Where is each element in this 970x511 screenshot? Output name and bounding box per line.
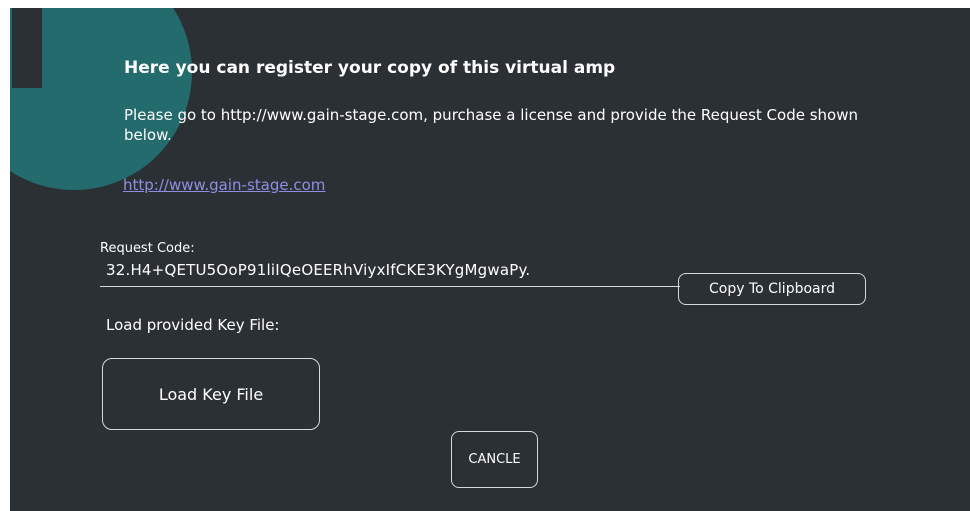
request-code-value[interactable]: 32.H4+QETU5OoP91liIQeOEERhViyxIfCKE3KYgM… — [106, 261, 530, 279]
dialog-message: Please go to http://www.gain-stage.com, … — [124, 106, 858, 144]
request-code-label: Request Code: — [100, 241, 195, 256]
load-key-file-button[interactable]: Load Key File — [102, 358, 320, 430]
cancel-button[interactable]: CANCLE — [451, 431, 538, 488]
dialog-title: Here you can register your copy of this … — [124, 58, 616, 78]
copy-to-clipboard-button[interactable]: Copy To Clipboard — [678, 273, 866, 305]
request-code-underline — [100, 286, 680, 287]
info-icon — [10, 8, 192, 190]
website-link[interactable]: http://www.gain-stage.com — [123, 176, 325, 194]
load-key-file-label: Load provided Key File: — [106, 316, 280, 334]
registration-dialog: Here you can register your copy of this … — [10, 8, 970, 511]
info-icon-stem — [12, 8, 42, 88]
